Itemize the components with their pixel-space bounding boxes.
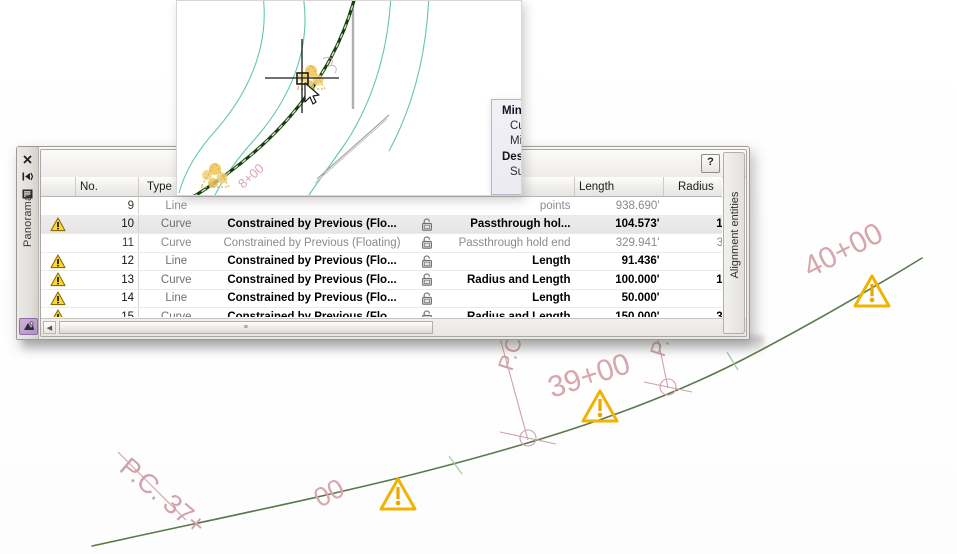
lock-icon[interactable] — [410, 196, 444, 216]
help-button[interactable]: ? — [701, 154, 720, 173]
row-length: 91.436' — [574, 252, 664, 271]
row-constraint: Constrained by Previous (Floating) — [213, 233, 411, 253]
column-header-length[interactable]: Length — [574, 177, 664, 197]
tab-alignment-entities-label: Alignment entities — [729, 191, 741, 279]
row-length: 104.573' — [574, 215, 664, 234]
row-warning-icon[interactable] — [41, 270, 76, 290]
close-icon[interactable] — [17, 151, 37, 168]
row-radius — [663, 252, 722, 271]
row-type: Curve — [138, 215, 214, 234]
row-warning-icon[interactable] — [41, 196, 76, 216]
tooltip-current-radius-label: Current Radius — [510, 120, 521, 132]
grid-horizontal-scrollbar[interactable]: ◀ ≡ ▶ — [41, 318, 746, 336]
tooltip-minimum-radius-row: Minimum Radius 1505.000' — [500, 135, 522, 147]
table-row[interactable]: 15 Curve Constrained by Previous (Flo... Ra… — [41, 307, 722, 317]
zoom-inset-panel: 8+00 Min C Mi Des S — [176, 0, 522, 196]
row-warning-icon[interactable] — [41, 289, 76, 308]
row-no: 10 — [75, 215, 139, 234]
column-header-radius[interactable]: Radius — [663, 177, 722, 197]
row-length: 100.000' — [574, 270, 664, 290]
column-header-no[interactable]: No. — [75, 177, 139, 197]
tooltip-design-checks-title: Design Checks Violated — [502, 151, 522, 163]
lock-icon[interactable] — [410, 233, 444, 253]
row-warning-icon[interactable] — [41, 307, 76, 317]
row-radius — [663, 289, 722, 308]
screenshot-root: 40+00 39+00 00 P.C. 37+ P.C. P.C. — [0, 0, 957, 554]
row-no: 9 — [75, 196, 139, 216]
row-type: Line — [138, 252, 214, 271]
row-parameter-constraint: Radius and Length — [443, 307, 575, 317]
table-row[interactable]: 12 Line Constrained by Previous (Flo... Len… — [41, 252, 722, 271]
row-radius: 156.000' — [663, 215, 722, 234]
row-length: 50.000' — [574, 289, 664, 308]
grid-table: No. Type Constraint Length Radius D 9Lin… — [41, 177, 722, 317]
row-radius: 168.550' — [663, 270, 722, 290]
row-constraint: Constrained by Previous (Flo... — [213, 270, 411, 290]
row-length: 329.941' — [574, 233, 664, 253]
row-parameter-constraint: Passthrough hol... — [443, 215, 575, 234]
row-warning-icon[interactable] — [41, 233, 76, 253]
row-parameter-constraint: Passthrough hold end — [443, 233, 575, 253]
tooltip-title: Minimum Radius Violated — [502, 105, 522, 117]
lock-icon[interactable] — [410, 215, 444, 234]
row-type: Curve — [138, 270, 214, 290]
row-parameter-constraint: Length — [443, 252, 575, 271]
inset-cad-view: 8+00 — [177, 1, 521, 195]
lock-icon[interactable] — [410, 252, 444, 271]
row-type: Curve — [138, 307, 214, 317]
panorama-sidebar: Panorama — [17, 147, 39, 339]
row-no: 15 — [75, 307, 139, 317]
row-radius — [663, 196, 722, 216]
column-header-warning[interactable] — [41, 177, 76, 197]
row-length: 150.000' — [574, 307, 664, 317]
row-no: 12 — [75, 252, 139, 271]
row-no: 14 — [75, 289, 139, 308]
table-row[interactable]: 11 Curve Constrained by Previous (Floating… — [41, 233, 722, 253]
row-type: Line — [138, 196, 214, 216]
row-no: 11 — [75, 233, 139, 253]
lock-icon[interactable] — [410, 289, 444, 308]
row-warning-icon[interactable] — [41, 215, 76, 234]
row-constraint: Constrained by Previous (Flo... — [213, 252, 411, 271]
horizontal-scroll-thumb[interactable]: ≡ — [59, 321, 433, 334]
table-row[interactable]: 10 Curve Constrained by Previous (Flo... Pa… — [41, 215, 722, 234]
lock-icon[interactable] — [410, 307, 444, 317]
row-constraint: Constrained by Previous (Flo... — [213, 289, 411, 308]
row-no: 13 — [75, 270, 139, 290]
scroll-left-icon[interactable]: ◀ — [43, 321, 56, 334]
row-warning-icon[interactable] — [41, 252, 76, 271]
row-parameter-constraint: Length — [443, 289, 575, 308]
grid-body: 9Linepoints938.690'S10CurveConstrained b… — [41, 196, 722, 317]
table-row[interactable]: 9Linepoints938.690'S — [41, 196, 722, 216]
table-row[interactable]: 13 Curve Constrained by Previous (Flo... Ra… — [41, 270, 722, 290]
row-parameter-constraint: Radius and Length — [443, 270, 575, 290]
design-check-tooltip: Minimum Radius Violated Current Radius 2… — [491, 99, 522, 195]
row-type: Curve — [138, 233, 214, 253]
expand-icon[interactable] — [17, 168, 37, 185]
row-radius: 300.000' — [663, 307, 722, 317]
row-type: Line — [138, 289, 214, 308]
panorama-bottom-icon[interactable] — [19, 318, 38, 335]
row-radius: 369.732' — [663, 233, 722, 253]
tooltip-current-radius-row: Current Radius 266.679' — [500, 120, 521, 132]
row-length: 938.690' — [574, 196, 664, 216]
row-parameter-constraint: points — [443, 196, 575, 216]
row-constraint — [213, 196, 411, 216]
lock-icon[interactable] — [410, 270, 444, 290]
tooltip-minimum-radius-label: Minimum Radius — [510, 135, 522, 147]
panorama-vertical-label: Panorama — [22, 194, 34, 247]
alignment-entities-grid: No. Type Constraint Length Radius D 9Lin… — [41, 177, 722, 317]
row-constraint: Constrained by Previous (Flo... — [213, 307, 411, 317]
row-constraint: Constrained by Previous (Flo... — [213, 215, 411, 234]
tab-alignment-entities[interactable]: Alignment entities — [723, 152, 745, 334]
table-row[interactable]: 14 Line Constrained by Previous (Flo... Len… — [41, 289, 722, 308]
tooltip-design-check-item: Subdivision Curve — [510, 166, 521, 178]
